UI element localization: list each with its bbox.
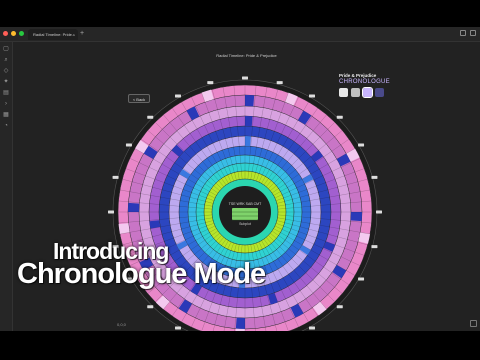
close-tab-icon[interactable]: × — [73, 29, 75, 40]
center-label-top: TSE WRK SAB CMT — [229, 202, 262, 206]
window-controls — [3, 31, 24, 36]
files-icon[interactable]: ▢ — [3, 46, 9, 52]
letterbox-bottom — [0, 331, 480, 360]
calendar-icon[interactable]: ▤ — [3, 90, 9, 96]
zoom-window-button[interactable] — [19, 31, 24, 36]
month-marker — [108, 210, 114, 214]
center-label-bottom: Subplot — [239, 222, 251, 226]
timeline-icon[interactable]: ◔ — [3, 123, 9, 129]
scene-block-blue-inner — [245, 136, 251, 147]
tab-bar: Radial Timeline: Pride... × + — [0, 27, 480, 42]
month-marker — [276, 81, 283, 85]
scene-block-blue — [235, 317, 245, 329]
scene-block-blue — [245, 95, 255, 107]
coordinate-readout: 0,0,0 — [117, 322, 126, 327]
month-marker — [358, 143, 365, 147]
search-icon[interactable]: ⌕ — [3, 57, 9, 63]
scene-block-blue — [350, 212, 362, 222]
template-icon[interactable]: ▦ — [3, 112, 9, 118]
month-marker — [125, 143, 132, 147]
scroll-corner-icon[interactable] — [470, 320, 477, 327]
month-marker — [376, 210, 382, 214]
sidebar-toggle-icon[interactable] — [460, 30, 466, 36]
new-tab-button[interactable]: + — [80, 29, 84, 39]
close-window-button[interactable] — [3, 31, 8, 36]
scene-block-blue — [128, 202, 140, 212]
month-marker — [175, 94, 181, 98]
bookmark-icon[interactable]: ◇ — [3, 68, 9, 74]
scene-block-blue — [245, 116, 253, 127]
month-marker — [309, 326, 315, 330]
center-grid — [232, 208, 258, 220]
month-marker — [112, 175, 119, 179]
month-marker — [336, 115, 343, 119]
month-marker — [371, 175, 378, 179]
month-marker — [358, 277, 365, 281]
graph-icon[interactable]: ✦ — [3, 79, 9, 85]
month-marker — [242, 76, 248, 80]
month-marker — [371, 245, 378, 249]
minimize-window-button[interactable] — [11, 31, 16, 36]
layout-icon[interactable] — [470, 30, 476, 36]
left-ribbon: ▢ ⌕ ◇ ✦ ▤ › ▦ ◔ — [0, 42, 13, 331]
month-marker — [207, 81, 214, 85]
top-right-controls — [460, 30, 476, 36]
month-marker — [147, 115, 154, 119]
month-marker — [175, 326, 181, 330]
command-icon[interactable]: › — [3, 101, 9, 107]
letterbox-top — [0, 0, 480, 27]
tab-label: Radial Timeline: Pride... — [33, 32, 76, 37]
tab-radial-timeline[interactable]: Radial Timeline: Pride... × — [28, 29, 78, 40]
intro-line-2: Chronologue Mode — [17, 258, 266, 290]
month-marker — [147, 305, 154, 309]
month-marker — [309, 94, 315, 98]
month-marker — [336, 305, 343, 309]
